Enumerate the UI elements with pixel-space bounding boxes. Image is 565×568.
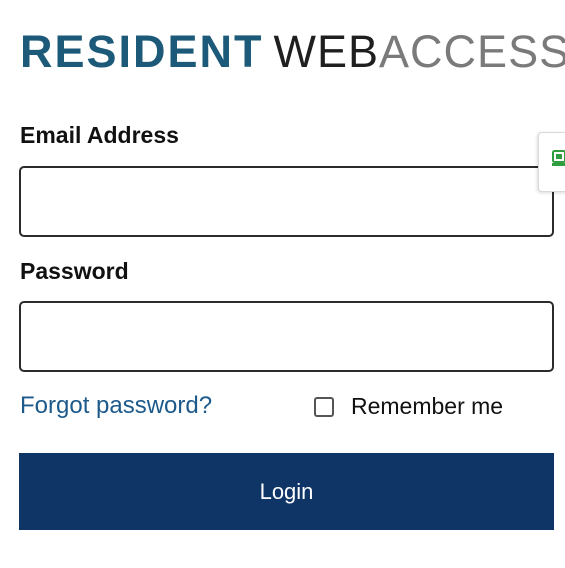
password-field[interactable]: [19, 301, 554, 372]
login-page: RESIDENT WEBACCESS Email Address Password…: [0, 0, 565, 568]
logo-resident-text: RESIDENT: [20, 26, 264, 77]
password-label: Password: [20, 258, 129, 284]
remember-me-checkbox[interactable]: [314, 396, 334, 417]
logo-web-text: WEB: [273, 26, 380, 77]
logo-access-text: ACCESS: [379, 26, 565, 77]
login-button[interactable]: Login: [19, 453, 554, 530]
email-field[interactable]: [19, 166, 554, 237]
remember-me-label: Remember me: [351, 393, 504, 419]
green-extension-icon: [552, 150, 565, 166]
side-extension-tab[interactable]: [538, 132, 565, 192]
forgot-password-link[interactable]: Forgot password?: [20, 392, 212, 420]
resident-webaccess-logo: RESIDENT WEBACCESS: [20, 26, 565, 78]
email-label: Email Address: [20, 122, 179, 148]
remember-me-control[interactable]: Remember me: [314, 393, 503, 420]
